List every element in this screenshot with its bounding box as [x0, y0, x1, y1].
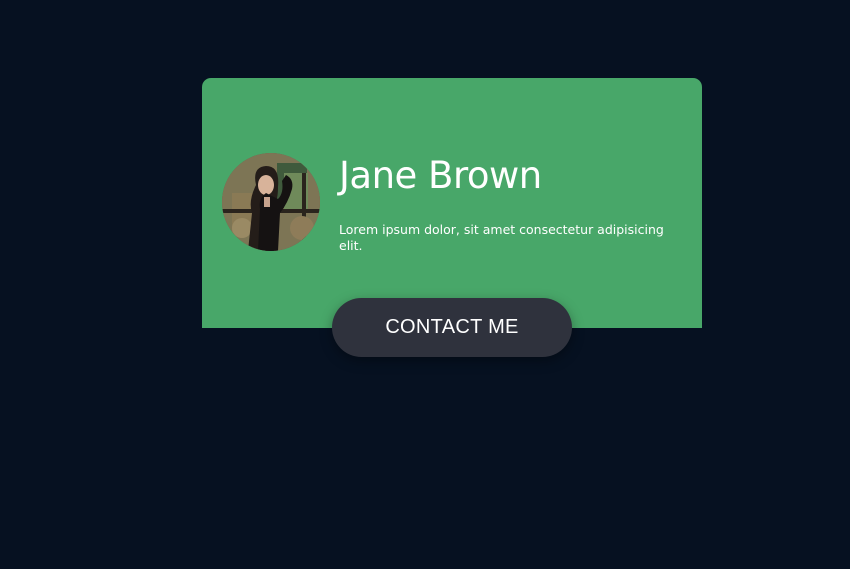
contact-me-button[interactable]: CONTACT ME	[332, 298, 572, 357]
profile-card: Jane Brown Lorem ipsum dolor, sit amet c…	[202, 78, 702, 328]
avatar	[222, 153, 320, 251]
profile-bio: Lorem ipsum dolor, sit amet consectetur …	[339, 222, 664, 253]
profile-name: Jane Brown	[339, 154, 542, 197]
profile-photo	[222, 153, 320, 251]
